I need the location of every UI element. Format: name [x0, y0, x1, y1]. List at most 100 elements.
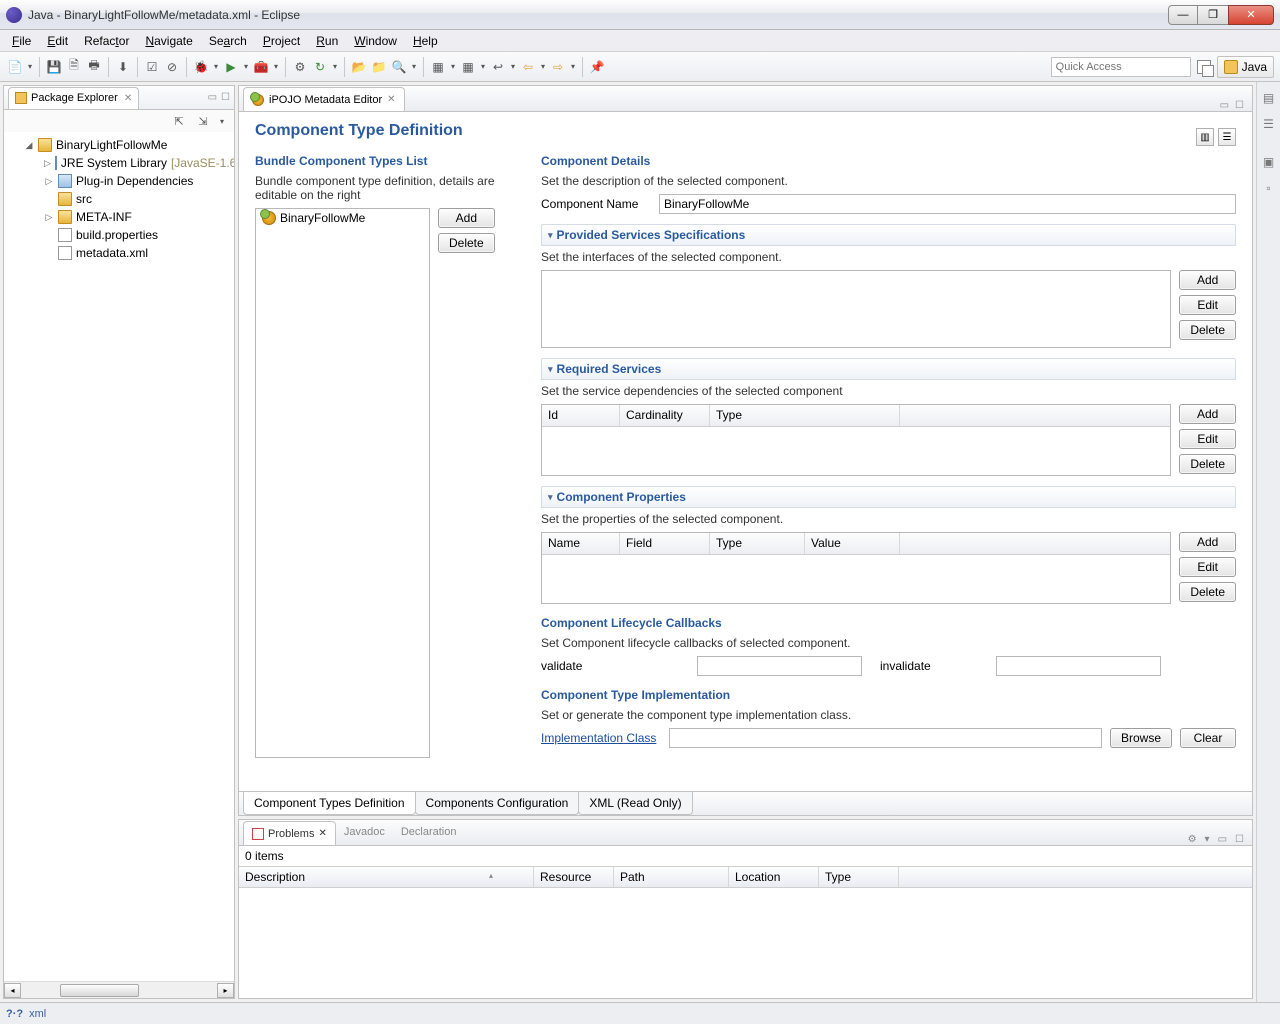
minimize-view-icon[interactable]: ▭: [208, 92, 217, 103]
edit-button[interactable]: Edit: [1179, 557, 1236, 577]
menu-edit[interactable]: Edit: [39, 32, 76, 50]
package-explorer-tab[interactable]: Package Explorer ✕: [8, 87, 139, 109]
outline-icon[interactable]: ▤: [1261, 90, 1277, 106]
tab-declaration[interactable]: Declaration: [393, 821, 465, 845]
menu-help[interactable]: Help: [405, 32, 446, 50]
horizontal-scrollbar[interactable]: ◂ ▸: [4, 981, 234, 998]
add-button[interactable]: Add: [1179, 404, 1236, 424]
expand-icon[interactable]: ▷: [44, 176, 54, 187]
delete-button[interactable]: Delete: [1179, 454, 1236, 474]
new-dropdown[interactable]: ▾: [26, 62, 34, 71]
col-resource[interactable]: Resource: [534, 867, 614, 887]
menu-run[interactable]: Run: [308, 32, 346, 50]
maximize-view-icon[interactable]: ☐: [1235, 834, 1244, 845]
menu-file[interactable]: File: [4, 32, 39, 50]
close-icon[interactable]: ✕: [387, 94, 395, 105]
col-type[interactable]: Type: [819, 867, 899, 887]
list-item[interactable]: BinaryFollowMe: [256, 209, 429, 227]
component-name-input[interactable]: [659, 194, 1236, 214]
task-list-icon[interactable]: ☰: [1261, 116, 1277, 132]
tree-item-jre[interactable]: ▷ JRE System Library [JavaSE-1.6]: [10, 154, 228, 172]
pin-icon[interactable]: 📌: [588, 58, 606, 76]
perspective-java-button[interactable]: Java: [1217, 56, 1274, 78]
col-path[interactable]: Path: [614, 867, 729, 887]
validate-input[interactable]: [697, 656, 862, 676]
close-icon[interactable]: ✕: [124, 93, 132, 104]
edit-button[interactable]: Edit: [1179, 429, 1236, 449]
restore-icon[interactable]: ▣: [1261, 154, 1277, 170]
col-name[interactable]: Name: [542, 533, 620, 554]
implementation-class-input[interactable]: [669, 728, 1102, 748]
tree-project[interactable]: ◢ BinaryLightFollowMe: [10, 136, 228, 154]
open-type-icon[interactable]: 📂: [350, 58, 368, 76]
quick-access-input[interactable]: [1051, 57, 1191, 77]
minimize-icon[interactable]: ▫: [1261, 180, 1277, 196]
build-icon[interactable]: ⬇: [114, 58, 132, 76]
col-type[interactable]: Type: [710, 533, 805, 554]
tree-item-build[interactable]: ▷ build.properties: [10, 226, 228, 244]
close-button[interactable]: ✕: [1228, 5, 1274, 25]
tab-javadoc[interactable]: Javadoc: [336, 821, 393, 845]
tab-component-types[interactable]: Component Types Definition: [243, 792, 416, 815]
link-editor-icon[interactable]: ⇲: [194, 112, 212, 130]
expand-icon[interactable]: ▷: [44, 158, 51, 169]
forward-icon[interactable]: ⇨: [549, 58, 567, 76]
minimize-editor-icon[interactable]: ▭: [1220, 100, 1229, 111]
back-icon[interactable]: ⇦: [519, 58, 537, 76]
add-button[interactable]: Add: [1179, 532, 1236, 552]
minimize-view-icon[interactable]: ▭: [1218, 834, 1227, 845]
close-icon[interactable]: ✕: [318, 828, 326, 839]
menu-navigate[interactable]: Navigate: [137, 32, 200, 50]
delete-button[interactable]: Delete: [1179, 320, 1236, 340]
col-field[interactable]: Field: [620, 533, 710, 554]
minimize-button[interactable]: —: [1168, 5, 1198, 25]
required-table[interactable]: Id Cardinality Type: [541, 404, 1171, 476]
col-id[interactable]: Id: [542, 405, 620, 426]
add-button[interactable]: Add: [438, 208, 495, 228]
open-perspective-icon[interactable]: [1197, 60, 1211, 74]
provided-list[interactable]: [541, 270, 1171, 348]
props-header[interactable]: ▾Component Properties: [541, 486, 1236, 508]
col-location[interactable]: Location: [729, 867, 819, 887]
last-edit-icon[interactable]: ↩: [489, 58, 507, 76]
editor-tab-ipojo[interactable]: iPOJO Metadata Editor ✕: [243, 87, 405, 111]
delete-button[interactable]: Delete: [438, 233, 495, 253]
save-icon[interactable]: 💾: [45, 58, 63, 76]
col-description[interactable]: Description▴: [239, 867, 534, 887]
menu-window[interactable]: Window: [346, 32, 405, 50]
nav-prev-icon[interactable]: ▦: [429, 58, 447, 76]
tree-item-plugin[interactable]: ▷ Plug-in Dependencies: [10, 172, 228, 190]
col-value[interactable]: Value: [805, 533, 900, 554]
skip-icon[interactable]: ⊘: [163, 58, 181, 76]
edit-button[interactable]: Edit: [1179, 295, 1236, 315]
maximize-view-icon[interactable]: ☐: [221, 92, 230, 103]
search-icon[interactable]: 🔍: [390, 58, 408, 76]
view-menu-icon[interactable]: ▾: [1205, 834, 1210, 845]
run-icon[interactable]: ▶: [222, 58, 240, 76]
maximize-editor-icon[interactable]: ☐: [1235, 100, 1244, 111]
new-plugin-icon[interactable]: ⚙: [291, 58, 309, 76]
debug-icon[interactable]: 🐞: [192, 58, 210, 76]
properties-table[interactable]: Name Field Type Value: [541, 532, 1171, 604]
col-cardinality[interactable]: Cardinality: [620, 405, 710, 426]
tree-item-metadata[interactable]: ▷ metadata.xml: [10, 244, 228, 262]
col-type[interactable]: Type: [710, 405, 900, 426]
tab-components-config[interactable]: Components Configuration: [415, 792, 580, 815]
delete-button[interactable]: Delete: [1179, 582, 1236, 602]
layout-vertical-icon[interactable]: ☰: [1218, 128, 1236, 146]
print-icon[interactable]: 🖶: [85, 58, 103, 76]
view-menu-icon[interactable]: ▾: [218, 117, 226, 126]
add-button[interactable]: Add: [1179, 270, 1236, 290]
clear-button[interactable]: Clear: [1180, 728, 1236, 748]
invalidate-input[interactable]: [996, 656, 1161, 676]
required-header[interactable]: ▾Required Services: [541, 358, 1236, 380]
maximize-button[interactable]: ❐: [1198, 5, 1228, 25]
expand-icon[interactable]: ◢: [24, 140, 34, 151]
external-icon[interactable]: 🧰: [252, 58, 270, 76]
tab-xml[interactable]: XML (Read Only): [578, 792, 692, 815]
new-icon[interactable]: 📄: [6, 58, 24, 76]
toggle-icon[interactable]: ☑: [143, 58, 161, 76]
provided-header[interactable]: ▾Provided Services Specifications: [541, 224, 1236, 246]
open-task-icon[interactable]: 📁: [370, 58, 388, 76]
menu-refactor[interactable]: Refactor: [76, 32, 137, 50]
